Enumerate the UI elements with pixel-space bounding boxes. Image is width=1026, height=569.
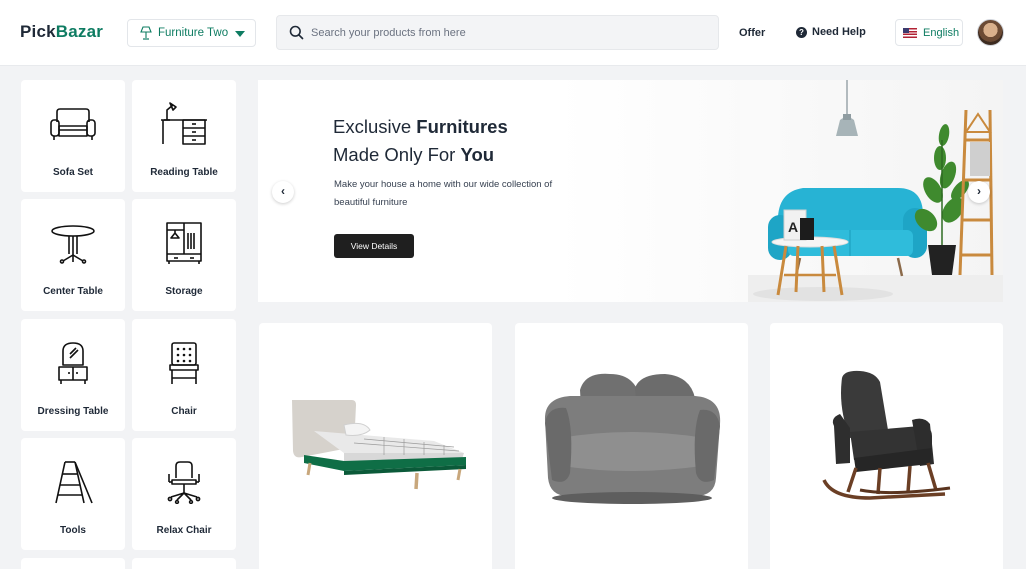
search-icon[interactable]: [289, 25, 304, 40]
chair-icon: [169, 342, 199, 384]
top-header: PickBazar Furniture Two Offer ? Need Hel…: [0, 0, 1026, 66]
category-card-center-table[interactable]: Center Table: [21, 199, 125, 311]
svg-text:A: A: [788, 219, 798, 235]
ladder-icon: [55, 461, 93, 504]
reading-table-icon: [161, 102, 207, 145]
help-icon: ?: [796, 26, 807, 38]
search-input[interactable]: [311, 24, 701, 42]
product-card-bed[interactable]: [259, 323, 492, 569]
category-card-tools[interactable]: Tools: [21, 438, 125, 550]
rocking-chair-image: [822, 370, 951, 500]
category-card-relax-chair[interactable]: Relax Chair: [132, 438, 236, 550]
search-bar: [276, 15, 719, 50]
logo[interactable]: PickBazar: [20, 22, 103, 42]
product-card-armchair[interactable]: [515, 323, 748, 569]
category-select-label: Furniture Two: [158, 27, 229, 39]
nav-help-link[interactable]: ? Need Help: [796, 26, 866, 38]
hero-sofa-illustration: A: [748, 80, 1003, 302]
category-label: Storage: [165, 286, 203, 297]
wardrobe-icon: [166, 222, 202, 264]
category-card-chair[interactable]: Chair: [132, 319, 236, 431]
category-select[interactable]: Furniture Two: [127, 19, 256, 47]
category-card-dressing-table[interactable]: Dressing Table: [21, 319, 125, 431]
language-select[interactable]: English: [895, 19, 963, 46]
category-label: Chair: [171, 406, 197, 417]
category-card-storage[interactable]: Storage: [132, 199, 236, 311]
us-flag-icon: [903, 27, 917, 38]
lamp-icon: [140, 26, 152, 40]
carousel-prev-button[interactable]: ‹: [272, 181, 294, 203]
category-card-reading-table[interactable]: Reading Table: [132, 80, 236, 192]
category-card-sofa-set[interactable]: Sofa Set: [21, 80, 125, 192]
category-card-more[interactable]: [132, 558, 236, 569]
language-label: English: [923, 26, 960, 39]
hero-subtitle: Make your house a home with our wide col…: [334, 179, 553, 208]
category-label: Relax Chair: [156, 525, 212, 536]
dressing-table-icon: [58, 342, 88, 384]
category-label: Sofa Set: [52, 167, 93, 178]
category-label: Tools: [60, 525, 86, 536]
category-label: Dressing Table: [37, 406, 109, 417]
carousel-next-button[interactable]: ›: [968, 181, 990, 203]
center-table-icon: [51, 225, 95, 264]
bed-image: [292, 400, 466, 490]
chevron-down-icon: [235, 31, 245, 37]
category-label: Reading Table: [150, 167, 218, 178]
product-card-rocking-chair[interactable]: [770, 323, 1003, 569]
armchair-image: [544, 373, 721, 504]
hero-title-line2: Made Only For You: [333, 144, 495, 165]
office-chair-icon: [167, 461, 201, 504]
category-label: Center Table: [43, 286, 103, 297]
avatar[interactable]: [977, 19, 1004, 46]
sofa-icon: [50, 108, 96, 140]
nav-help-label: Need Help: [812, 26, 866, 38]
hero-title-line1: Exclusive Furnitures: [333, 116, 508, 137]
nav-offer-link[interactable]: Offer: [739, 27, 765, 39]
category-card-more[interactable]: [21, 558, 125, 569]
view-details-button[interactable]: View Details: [334, 234, 414, 258]
hero-banner: Exclusive Furnitures Made Only For You M…: [258, 80, 1003, 302]
